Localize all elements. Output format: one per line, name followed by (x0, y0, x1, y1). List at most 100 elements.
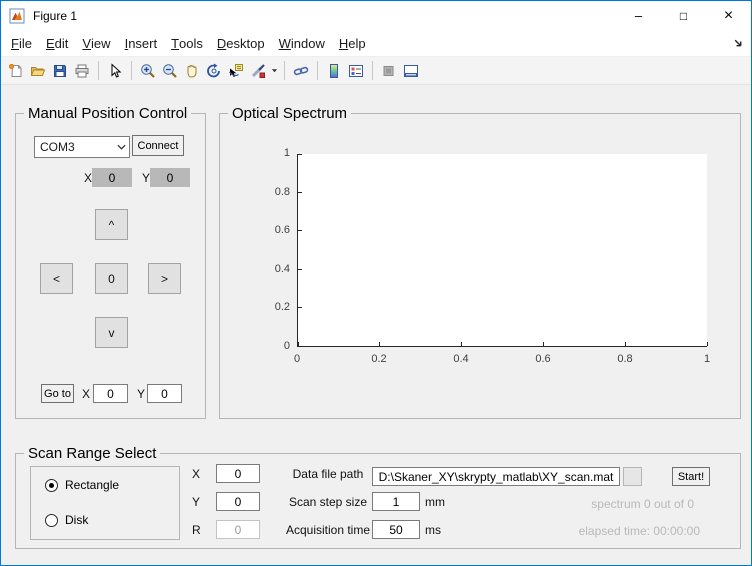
data-file-path-label: Data file path (280, 467, 376, 481)
disk-radio[interactable]: Disk (45, 513, 88, 527)
start-button[interactable]: Start! (672, 467, 710, 486)
scan-y-label: Y (192, 495, 200, 509)
x-tick-mark (461, 342, 462, 346)
new-figure-icon[interactable] (5, 60, 27, 82)
x-tick-mark (379, 342, 380, 346)
menu-bar: FileEditViewInsertToolsDesktopWindowHelp (1, 31, 751, 57)
goto-x-label: X (82, 387, 90, 401)
edit-plot-icon[interactable] (104, 60, 126, 82)
toolbar-separator (284, 61, 285, 80)
rectangle-radio[interactable]: Rectangle (45, 478, 119, 492)
chevron-down-icon (113, 144, 129, 150)
optical-spectrum-panel: Optical Spectrum 00.20.40.60.81 00.20.40… (219, 113, 741, 419)
show-plot-tools-icon[interactable] (400, 60, 422, 82)
menu-item-window[interactable]: Window (272, 31, 332, 56)
acquisition-time-label: Acquisition time (280, 523, 376, 537)
maximize-icon: □ (680, 9, 687, 23)
y-tick-label: 0.2 (220, 301, 290, 313)
print-figure-icon[interactable] (71, 60, 93, 82)
x-tick-label: 1 (692, 353, 722, 365)
toolbar-separator (317, 61, 318, 80)
y-tick-label: 0.6 (220, 224, 290, 236)
scan-x-label: X (192, 467, 200, 481)
minimize-icon: – (635, 11, 642, 21)
menu-item-view[interactable]: View (75, 31, 117, 56)
menu-item-file[interactable]: File (4, 31, 39, 56)
matlab-app-icon (9, 8, 25, 24)
x-tick-label: 0.2 (364, 353, 394, 365)
brush-dropdown-arrow-icon[interactable] (269, 60, 279, 82)
x-tick-mark (707, 342, 708, 346)
panel-title: Manual Position Control (24, 105, 191, 122)
scan-y-input[interactable] (216, 492, 260, 511)
connect-button[interactable]: Connect (132, 135, 184, 156)
move-up-button[interactable]: ^ (95, 209, 128, 240)
menu-item-help[interactable]: Help (332, 31, 373, 56)
panel-title: Scan Range Select (24, 445, 160, 462)
disk-radio-label: Disk (65, 513, 88, 527)
goto-button[interactable]: Go to (41, 384, 74, 403)
goto-y-label: Y (137, 387, 145, 401)
link-plot-icon[interactable] (290, 60, 312, 82)
window-title: Figure 1 (33, 9, 616, 23)
data-file-path-input[interactable] (372, 467, 620, 486)
spectrum-count-status: spectrum 0 out of 0 (591, 497, 694, 511)
goto-y-input[interactable] (147, 384, 182, 403)
insert-colorbar-icon[interactable] (323, 60, 345, 82)
close-button[interactable]: × (706, 2, 751, 31)
save-figure-icon[interactable] (49, 60, 71, 82)
y-tick-label: 0 (220, 340, 290, 352)
spectrum-axes[interactable] (297, 154, 707, 347)
minimize-button[interactable]: – (616, 2, 661, 31)
goto-x-input[interactable] (93, 384, 128, 403)
figure-window: Figure 1 – □ × FileEditViewInsertToolsDe… (0, 0, 752, 566)
toolbar-separator (98, 61, 99, 80)
rotate-3d-icon[interactable] (203, 60, 225, 82)
elapsed-time-status: elapsed time: 00:00:00 (579, 524, 700, 538)
y-tick-label: 0.8 (220, 186, 290, 198)
acquisition-time-unit-label: ms (425, 523, 441, 537)
x-tick-label: 0.8 (610, 353, 640, 365)
menu-item-desktop[interactable]: Desktop (210, 31, 272, 56)
browse-button[interactable] (623, 467, 642, 486)
dock-figure-icon[interactable] (733, 38, 744, 49)
com-port-select[interactable]: COM3 (34, 136, 130, 158)
scan-range-select-panel: Scan Range Select Rectangle Disk X Y R D… (15, 453, 741, 549)
scan-step-size-input[interactable] (372, 492, 420, 511)
scan-r-label: R (192, 523, 201, 537)
x-tick-label: 0.4 (446, 353, 476, 365)
toolbar-separator (131, 61, 132, 80)
scan-x-input[interactable] (216, 464, 260, 483)
brush-icon[interactable] (247, 60, 269, 82)
menu-item-insert[interactable]: Insert (118, 31, 165, 56)
maximize-button[interactable]: □ (661, 2, 706, 31)
zoom-out-icon[interactable] (159, 60, 181, 82)
move-right-button[interactable]: > (148, 263, 181, 294)
data-cursor-icon[interactable] (225, 60, 247, 82)
toolbar-separator (372, 61, 373, 80)
move-left-button[interactable]: < (40, 263, 73, 294)
y-tick-mark (298, 269, 302, 270)
scan-step-unit-label: mm (425, 495, 445, 509)
scan-step-size-label: Scan step size (280, 495, 376, 509)
acquisition-time-input[interactable] (372, 520, 420, 539)
x-tick-mark (298, 342, 299, 346)
move-home-button[interactable]: 0 (95, 263, 128, 294)
rectangle-radio-label: Rectangle (65, 478, 119, 492)
x-tick-mark (625, 342, 626, 346)
open-file-icon[interactable] (27, 60, 49, 82)
position-x-display: 0 (92, 168, 132, 187)
move-down-button[interactable]: v (95, 317, 128, 348)
menu-item-edit[interactable]: Edit (39, 31, 75, 56)
y-tick-mark (298, 230, 302, 231)
menu-item-tools[interactable]: Tools (164, 31, 210, 56)
y-tick-label: 0.4 (220, 263, 290, 275)
zoom-in-icon[interactable] (137, 60, 159, 82)
position-y-display: 0 (150, 168, 190, 187)
pan-icon[interactable] (181, 60, 203, 82)
y-tick-mark (298, 346, 302, 347)
scan-r-input[interactable] (216, 520, 260, 539)
hide-plot-tools-icon[interactable] (378, 60, 400, 82)
insert-legend-icon[interactable] (345, 60, 367, 82)
position-y-label: Y (142, 171, 150, 185)
